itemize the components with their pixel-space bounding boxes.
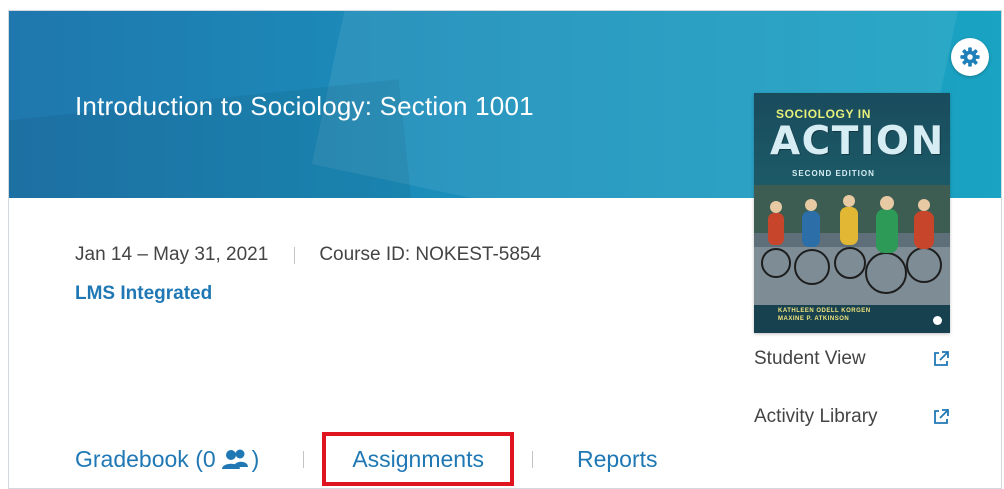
course-card: Introduction to Sociology: Section 1001 … bbox=[8, 10, 1002, 489]
tab-gradebook-suffix: ) bbox=[251, 445, 260, 472]
cover-photo bbox=[754, 185, 950, 305]
book-authors: KATHLEEN ODELL KORGEN MAXINE P. ATKINSON bbox=[778, 307, 918, 323]
course-title: Introduction to Sociology: Section 1001 bbox=[75, 91, 534, 121]
settings-button[interactable] bbox=[951, 38, 989, 76]
student-view-link[interactable]: Student View bbox=[754, 348, 950, 370]
tab-divider bbox=[531, 450, 533, 468]
external-link-icon bbox=[934, 351, 949, 366]
lms-integrated-label: LMS Integrated bbox=[75, 283, 213, 304]
activity-library-label: Activity Library bbox=[754, 406, 878, 427]
course-meta: Jan 14 – May 31, 2021 Course ID: NOKEST-… bbox=[75, 244, 541, 266]
student-view-label: Student View bbox=[754, 348, 866, 369]
tab-reports[interactable]: Reports bbox=[577, 446, 658, 473]
gear-icon bbox=[960, 47, 980, 67]
tab-divider bbox=[303, 450, 305, 468]
book-author: MAXINE P. ATKINSON bbox=[778, 316, 850, 322]
course-tabs: Gradebook (0 ) Assignments Reports bbox=[75, 429, 658, 488]
book-author: KATHLEEN ODELL KORGEN bbox=[778, 308, 871, 314]
tab-gradebook-label: Gradebook (0 bbox=[75, 445, 216, 472]
publisher-logo bbox=[933, 316, 942, 325]
external-link-icon bbox=[934, 409, 949, 424]
tab-assignments-label: Assignments bbox=[352, 445, 484, 472]
book-edition: SECOND EDITION bbox=[792, 169, 875, 178]
activity-library-link[interactable]: Activity Library bbox=[754, 406, 950, 428]
book-title-line2: ACTION bbox=[770, 119, 945, 164]
tab-assignments[interactable]: Assignments bbox=[322, 432, 514, 486]
divider bbox=[294, 246, 296, 264]
course-id: Course ID: NOKEST-5854 bbox=[319, 244, 542, 265]
course-dates: Jan 14 – May 31, 2021 bbox=[75, 244, 269, 265]
textbook-cover[interactable]: SOCIOLOGY IN ACTION SECOND EDITION KATHL… bbox=[754, 93, 950, 333]
users-icon bbox=[221, 449, 248, 469]
tab-gradebook[interactable]: Gradebook (0 ) bbox=[75, 446, 259, 473]
tab-reports-label: Reports bbox=[576, 445, 658, 472]
